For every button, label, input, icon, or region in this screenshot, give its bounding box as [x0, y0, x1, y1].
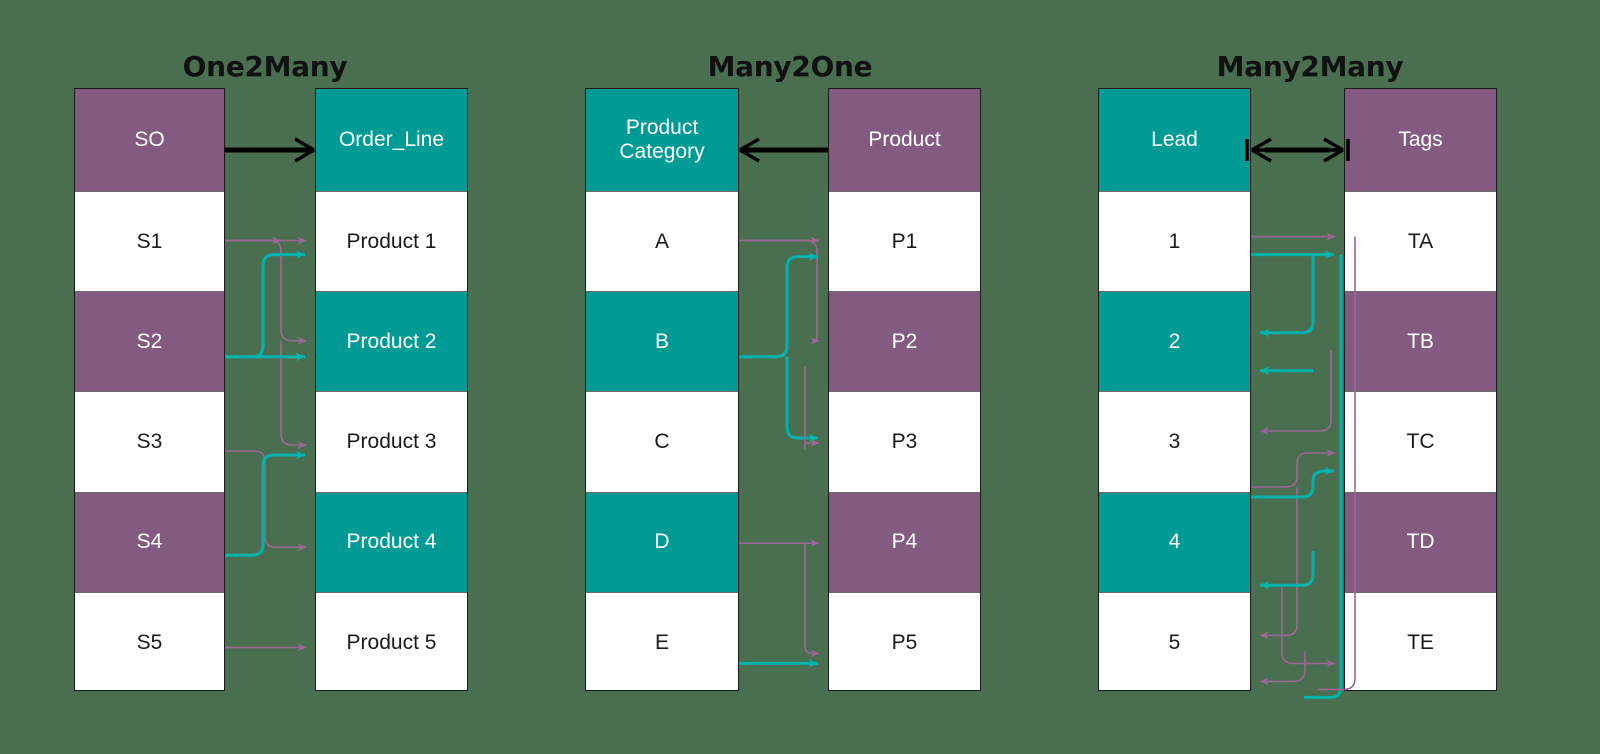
- entity-table-many2many-right[interactable]: Tags TA TB TC TD TE: [1344, 88, 1497, 691]
- entity-table-many2one-right[interactable]: Product P1 P2 P3 P4 P5: [828, 88, 981, 691]
- table-row[interactable]: S3: [75, 391, 224, 492]
- link-a-p2: [745, 239, 820, 345]
- entity-table-many2one-left[interactable]: Product Category A B C D E: [585, 88, 739, 691]
- link-b-p1: [739, 252, 819, 359]
- link-s1-p3: [280, 340, 307, 449]
- table-row[interactable]: E: [586, 591, 738, 690]
- table-row[interactable]: Product 1: [316, 191, 467, 292]
- link-tb-2: [1259, 254, 1315, 337]
- diagram-canvas: One2Many Many2One Many2Many SO S1 S2 S3 S4 S5…: [0, 0, 1600, 754]
- table-row[interactable]: D: [586, 491, 738, 592]
- table-row[interactable]: TB: [1345, 291, 1496, 392]
- link-s2-p1: [225, 250, 306, 359]
- link-s3-p4: [225, 450, 307, 551]
- link-te-5: [1259, 651, 1306, 686]
- entity-header-many2one-left: Product Category: [586, 89, 738, 191]
- table-row[interactable]: S5: [75, 591, 224, 690]
- table-row[interactable]: A: [586, 191, 738, 292]
- panel-title-many2one: Many2One: [707, 50, 873, 83]
- link-4-te: [1281, 587, 1336, 668]
- table-row[interactable]: P4: [829, 491, 980, 592]
- link-td-4: [1259, 487, 1298, 640]
- link-td-4-teal: [1259, 551, 1315, 590]
- link-tc-3: [1259, 350, 1332, 435]
- entity-header-many2one-right: Product: [829, 89, 980, 191]
- table-row[interactable]: B: [586, 291, 738, 392]
- table-row[interactable]: 4: [1099, 491, 1250, 592]
- link-3-tc: [1251, 449, 1336, 488]
- table-row[interactable]: S1: [75, 191, 224, 292]
- link-s4-p3: [225, 450, 306, 557]
- table-row[interactable]: Product 2: [316, 291, 467, 392]
- panel-title-many2many: Many2Many: [1216, 50, 1404, 83]
- table-row[interactable]: 3: [1099, 391, 1250, 492]
- table-row[interactable]: 2: [1099, 291, 1250, 392]
- table-row[interactable]: C: [586, 391, 738, 492]
- table-row[interactable]: P2: [829, 291, 980, 392]
- table-row[interactable]: TD: [1345, 491, 1496, 592]
- entity-header-many2many-right: Tags: [1345, 89, 1496, 191]
- entity-table-many2many-left[interactable]: Lead 1 2 3 4 5: [1098, 88, 1251, 691]
- entity-header-one2many-left: SO: [75, 89, 224, 191]
- table-row[interactable]: Product 4: [316, 491, 467, 592]
- table-row[interactable]: S2: [75, 291, 224, 392]
- table-row[interactable]: S4: [75, 491, 224, 592]
- table-row[interactable]: 1: [1099, 191, 1250, 292]
- crowsfoot-symbol: [739, 137, 760, 163]
- link-3-td: [1251, 466, 1335, 499]
- panel-title-one2many: One2Many: [182, 50, 348, 83]
- table-row[interactable]: P3: [829, 391, 980, 492]
- entity-table-one2many-left[interactable]: SO S1 S2 S3 S4 S5: [74, 88, 225, 691]
- table-row[interactable]: 5: [1099, 591, 1250, 690]
- entity-table-one2many-right[interactable]: Order_Line Product 1 Product 2 Product 3 Pro…: [315, 88, 468, 691]
- crowsfoot-symbol: [294, 137, 315, 163]
- table-row[interactable]: TC: [1345, 391, 1496, 492]
- entity-header-many2many-left: Lead: [1099, 89, 1250, 191]
- entity-header-one2many-right: Order_Line: [316, 89, 467, 191]
- link-bus-teal-m2m: [1304, 254, 1343, 699]
- table-row[interactable]: P1: [829, 191, 980, 292]
- link-c-p3: [804, 439, 820, 449]
- table-row[interactable]: TE: [1345, 591, 1496, 690]
- link-d-p5: [804, 543, 820, 658]
- link-s1-p2: [231, 239, 307, 345]
- table-row[interactable]: Product 3: [316, 391, 467, 492]
- table-row[interactable]: TA: [1345, 191, 1496, 292]
- link-b-p3: [785, 356, 819, 443]
- table-row[interactable]: P5: [829, 591, 980, 690]
- table-row[interactable]: Product 5: [316, 591, 467, 690]
